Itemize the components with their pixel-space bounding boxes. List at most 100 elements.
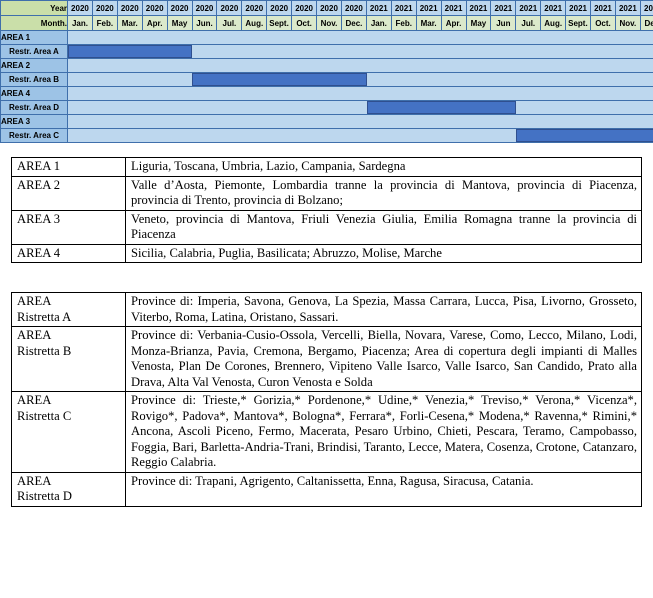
gantt-month-cell: Jun — [490, 15, 517, 31]
gantt-row: Restr. Area A — [0, 44, 653, 59]
gantt-year-cell: 2020 — [216, 0, 243, 16]
gantt-year-cell: 2020 — [166, 0, 193, 16]
gantt-chart: Year 2020 2020 2020 2020 2020 2020 2020 2020 2020… — [0, 0, 653, 148]
gantt-area-label: AREA 4 — [0, 86, 68, 101]
restricted-area-key-line2: Ristretta B — [17, 343, 72, 358]
table-row: AREA 3 Veneto, provincia di Mantova, Friu… — [11, 209, 642, 245]
area-key-cell: AREA 1 — [11, 157, 126, 177]
restricted-area-key-line1: AREA — [17, 328, 52, 342]
gantt-year-cell: 2021 — [465, 0, 492, 16]
gantt-row: AREA 1 — [0, 30, 653, 45]
restricted-area-provinces-cell: Province di: Trapani, Agrigento, Caltani… — [125, 471, 642, 507]
gantt-year-cell: 2021 — [614, 0, 641, 16]
gantt-track — [67, 114, 653, 129]
gantt-month-cell: Nov. — [614, 15, 641, 31]
gantt-month-cell: Dec. — [639, 15, 653, 31]
gantt-month-cell: Oct. — [291, 15, 318, 31]
gantt-bar — [68, 45, 193, 58]
restricted-area-key-cell: AREA Ristretta D — [11, 471, 126, 507]
gantt-year-header-row: Year 2020 2020 2020 2020 2020 2020 2020 2020 2020… — [0, 0, 653, 16]
gantt-month-cell: Jan. — [365, 15, 392, 31]
gantt-year-cell: 2021 — [440, 0, 467, 16]
gantt-month-cell: Mar. — [415, 15, 442, 31]
gantt-bar — [192, 73, 367, 86]
restricted-area-key-cell: AREA Ristretta A — [11, 292, 126, 327]
gantt-month-cell: Aug. — [241, 15, 268, 31]
gantt-month-cell: Sept. — [565, 15, 592, 31]
gantt-area-label: AREA 1 — [0, 30, 68, 45]
restricted-area-key-line2: Ristretta D — [17, 489, 72, 503]
restricted-area-provinces-cell: Province di: Verbania-Cusio-Ossola, Verc… — [125, 326, 642, 392]
gantt-track — [67, 58, 653, 73]
gantt-restricted-area-label: Restr. Area B — [0, 72, 68, 87]
area-regions-cell: Valle d’Aosta, Piemonte, Lombardia trann… — [125, 175, 642, 211]
gantt-month-cell: Apr. — [141, 15, 168, 31]
gantt-track — [67, 72, 653, 87]
gantt-year-cell: 2020 — [191, 0, 218, 16]
gantt-month-cell: May — [465, 15, 492, 31]
gantt-year-cell: 2020 — [67, 0, 93, 16]
gantt-year-cell: 2020 — [316, 0, 342, 16]
gantt-year-cell: 2021 — [540, 0, 567, 16]
gantt-year-label: Year — [0, 0, 68, 16]
gantt-track — [67, 128, 653, 143]
gantt-year-cell: 2021 — [365, 0, 392, 16]
restricted-area-provinces-cell: Province di: Imperia, Savona, Genova, La… — [125, 292, 642, 327]
restricted-area-provinces-cell: Province di: Trieste,* Gorizia,* Pordeno… — [125, 391, 642, 473]
area-regions-cell: Veneto, provincia di Mantova, Friuli Ven… — [125, 209, 642, 245]
gantt-year-cell: 2020 — [116, 0, 143, 16]
gantt-track — [67, 86, 653, 101]
gantt-year-cell: 2021 — [515, 0, 542, 16]
table-row: AREA Ristretta B Province di: Verbania-Cus… — [11, 326, 642, 392]
gantt-row: AREA 2 — [0, 58, 653, 73]
gantt-track — [67, 100, 653, 115]
gantt-track — [67, 30, 653, 45]
gantt-month-cell: Jan. — [67, 15, 93, 31]
gantt-month-cell: Mar. — [116, 15, 143, 31]
gantt-row: AREA 3 — [0, 114, 653, 129]
table-row: AREA 4 Sicilia, Calabria, Puglia, Basilic… — [11, 243, 642, 263]
area-key-cell: AREA 2 — [11, 175, 126, 211]
gantt-area-label: AREA 3 — [0, 114, 68, 129]
gantt-month-cell: May — [166, 15, 193, 31]
gantt-year-cell: 2020 — [340, 0, 367, 16]
gantt-restricted-area-label: Restr. Area D — [0, 100, 68, 115]
restricted-areas-definition-table: AREA Ristretta A Province di: Imperia, Sav… — [11, 292, 642, 507]
gantt-row: Restr. Area C — [0, 128, 653, 143]
restricted-area-key-line1: AREA — [17, 393, 52, 407]
gantt-row: AREA 4 — [0, 86, 653, 101]
gantt-year-cell: 2021 — [639, 0, 653, 16]
gantt-month-cell: Oct. — [590, 15, 616, 31]
gantt-year-cell: 2021 — [490, 0, 517, 16]
gantt-month-cell: Nov. — [316, 15, 342, 31]
gantt-year-cell: 2020 — [241, 0, 268, 16]
gantt-year-cell: 2021 — [590, 0, 616, 16]
gantt-restricted-area-label: Restr. Area C — [0, 128, 68, 143]
table-row: AREA Ristretta D Province di: Trapani, Agr… — [11, 471, 642, 507]
gantt-bar — [366, 101, 516, 114]
table-row: AREA Ristretta C Province di: Trieste,* Go… — [11, 391, 642, 473]
gantt-year-cell: 2020 — [291, 0, 318, 16]
restricted-area-key-line1: AREA — [17, 473, 52, 488]
gantt-year-cell: 2020 — [266, 0, 293, 16]
gantt-month-label: Month. — [0, 15, 68, 31]
gantt-month-cell: Aug. — [540, 15, 567, 31]
restricted-area-key-line2: Ristretta C — [17, 408, 72, 423]
restricted-area-key-cell: AREA Ristretta C — [11, 391, 126, 473]
gantt-month-cell: Jun. — [191, 15, 218, 31]
gantt-row: Restr. Area D — [0, 100, 653, 115]
gantt-month-cell: Jul. — [216, 15, 243, 31]
gantt-table: Year 2020 2020 2020 2020 2020 2020 2020 2020 2020… — [0, 0, 653, 143]
gantt-year-cell: 2021 — [565, 0, 592, 16]
gantt-row: Restr. Area B — [0, 72, 653, 87]
gantt-year-cell: 2020 — [141, 0, 168, 16]
gantt-month-cell: Jul. — [515, 15, 542, 31]
restricted-area-key-line2: Ristretta A — [17, 309, 72, 324]
areas-definition-table: AREA 1 Liguria, Toscana, Umbria, Lazio, C… — [11, 157, 642, 263]
gantt-bar — [515, 129, 653, 142]
gantt-year-cell: 2021 — [415, 0, 442, 16]
gantt-area-label: AREA 2 — [0, 58, 68, 73]
table-row: AREA 1 Liguria, Toscana, Umbria, Lazio, C… — [11, 157, 642, 177]
gantt-month-cell: Dec. — [340, 15, 367, 31]
gantt-month-cell: Apr. — [440, 15, 467, 31]
